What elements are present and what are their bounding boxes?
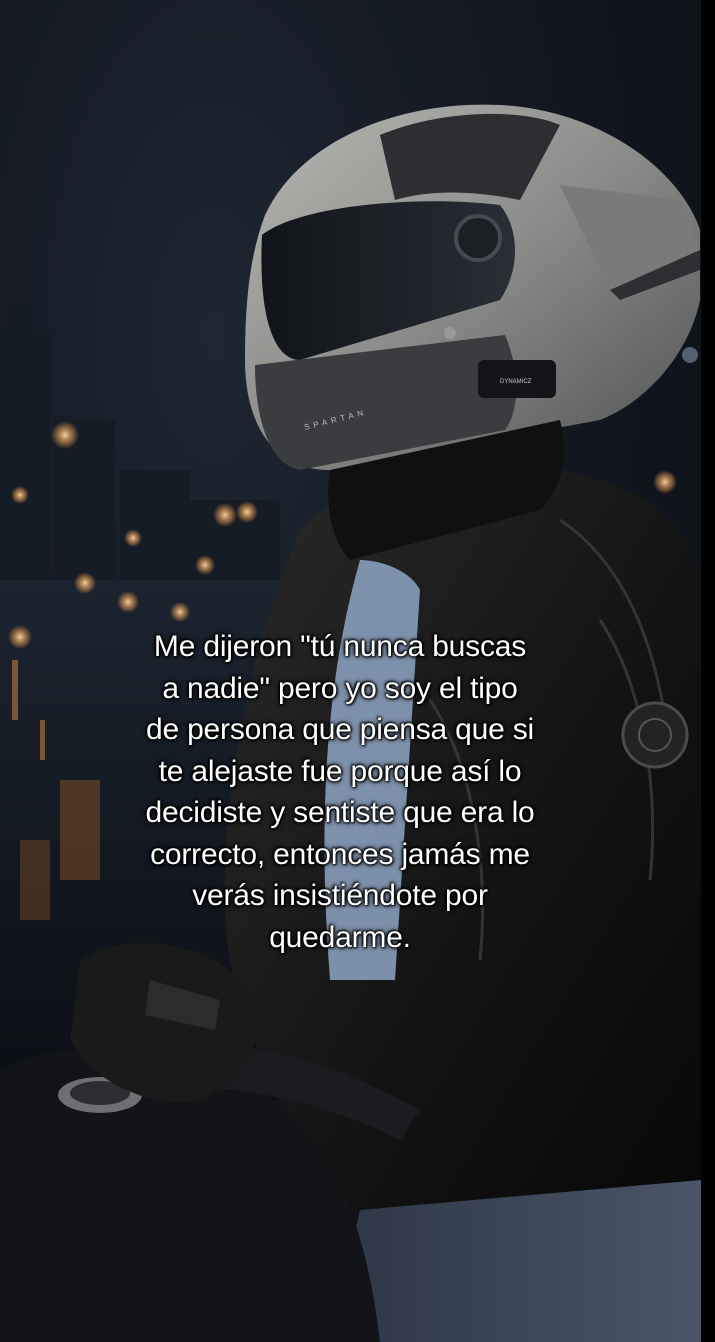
shoulder-patch	[621, 701, 689, 769]
photo-scene: DYNAMICZ SPARTAN Me dijeron "tú nunca bu…	[0, 0, 715, 1342]
caption-line: decidiste y sentiste que era lo	[145, 796, 535, 829]
city-skyline	[0, 300, 280, 590]
helmet-brand-top-text: DYNAMICZ	[500, 379, 532, 385]
caption-line: Me dijeron "tú nunca buscas	[153, 630, 527, 663]
caption-line: quedarme.	[269, 920, 411, 954]
caption-line: de persona que piensa que si	[145, 713, 535, 746]
caption-line: a nadie" pero yo soy el tipo	[162, 671, 518, 705]
caption-line: verás insistiéndote por	[192, 879, 488, 912]
quote-caption: Me dijeron "tú nunca buscas a nadie" per…	[100, 626, 580, 958]
helmet: DYNAMICZ SPARTAN	[245, 104, 700, 470]
right-edge-bar	[701, 0, 715, 1342]
caption-line: correcto, entonces jamás me	[150, 837, 530, 871]
caption-line: te alejaste fue porque así lo	[158, 754, 522, 788]
